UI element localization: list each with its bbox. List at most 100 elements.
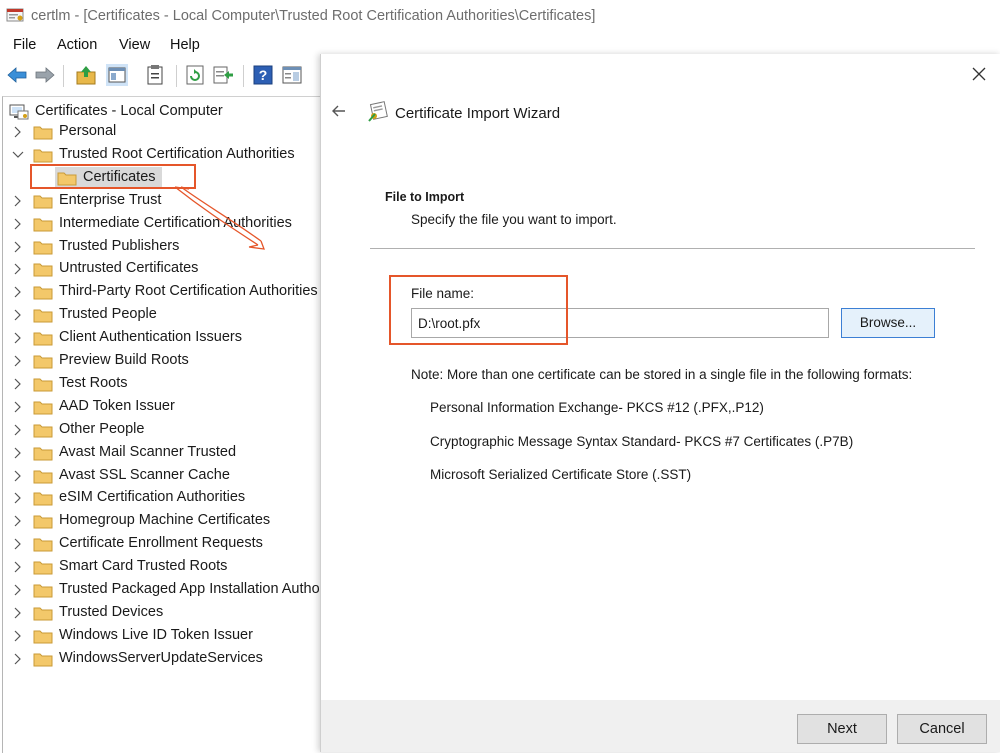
certificate-import-wizard: Certificate Import Wizard File to Import… (320, 54, 1000, 752)
annotation-highlight-certificates (30, 164, 196, 189)
toolbar: ? (0, 60, 330, 92)
window-title: certlm - [Certificates - Local Computer\… (31, 8, 596, 24)
forward-icon[interactable] (34, 64, 56, 86)
tree-node[interactable]: Other People (3, 420, 321, 442)
tree-node[interactable]: Trusted People (3, 305, 321, 327)
tree-node[interactable]: Avast Mail Scanner Trusted (3, 443, 321, 465)
cancel-button[interactable]: Cancel (897, 714, 987, 744)
certlm-app-icon (6, 7, 24, 23)
chevron-right-icon[interactable] (12, 491, 24, 505)
tree-node-label: Other People (59, 420, 145, 437)
format-item: Cryptographic Message Syntax Standard- P… (430, 434, 854, 449)
wizard-title: Certificate Import Wizard (395, 105, 561, 122)
properties-icon[interactable] (144, 64, 166, 86)
folder-icon (33, 468, 53, 484)
folder-icon (33, 422, 53, 438)
folder-icon (33, 399, 53, 415)
folder-icon (33, 445, 53, 461)
menu-action[interactable]: Action (57, 37, 97, 53)
menu-view[interactable]: View (119, 37, 150, 53)
tree-node[interactable]: Client Authentication Issuers (3, 328, 321, 350)
section-heading: File to Import (385, 190, 465, 204)
tree-node[interactable]: Trusted Devices (3, 603, 321, 625)
help-icon[interactable]: ? (252, 64, 274, 86)
tree-node-label: Smart Card Trusted Roots (59, 558, 228, 575)
tree-node[interactable]: Preview Build Roots (3, 351, 321, 373)
folder-icon (33, 513, 53, 529)
chevron-right-icon[interactable] (12, 652, 24, 666)
action-pane-icon[interactable] (281, 64, 303, 86)
format-item: Microsoft Serialized Certificate Store (… (430, 467, 692, 482)
tree-node-label: WindowsServerUpdateServices (59, 649, 263, 666)
browse-button[interactable]: Browse... (841, 308, 935, 338)
chevron-right-icon[interactable] (12, 423, 24, 437)
formats-note: Note: More than one certificate can be s… (411, 367, 913, 382)
tree-node-label: Trusted Devices (59, 603, 164, 620)
chevron-right-icon[interactable] (12, 331, 24, 345)
format-item: Personal Information Exchange- PKCS #12 … (430, 400, 764, 415)
next-button[interactable]: Next (797, 714, 887, 744)
folder-icon (33, 376, 53, 392)
tree-node-label: Client Authentication Issuers (59, 329, 242, 346)
tree-node[interactable]: WindowsServerUpdateServices (3, 649, 321, 671)
title-bar: certlm - [Certificates - Local Computer\… (0, 0, 1000, 33)
tree-node-label: Homegroup Machine Certificates (59, 512, 271, 529)
menu-help[interactable]: Help (170, 37, 200, 53)
wizard-footer: Next Cancel (321, 700, 1000, 752)
up-folder-icon[interactable] (75, 64, 97, 86)
tree-node[interactable]: Smart Card Trusted Roots (3, 557, 321, 579)
chevron-right-icon[interactable] (12, 583, 24, 597)
divider (370, 248, 975, 249)
tree-node-label: AAD Token Issuer (59, 397, 175, 414)
tree-node[interactable]: Homegroup Machine Certificates (3, 511, 321, 533)
svg-text:?: ? (259, 67, 268, 83)
tree-node-label: Avast SSL Scanner Cache (59, 466, 230, 483)
tree-node-label: Certificate Enrollment Requests (59, 535, 263, 552)
chevron-right-icon[interactable] (12, 514, 24, 528)
folder-icon (33, 628, 53, 644)
folder-icon (33, 559, 53, 575)
console-tree: Certificates - Local Computer Personal Tr… (2, 96, 321, 753)
tree-node-label: eSIM Certification Authorities (59, 489, 246, 506)
close-icon[interactable] (971, 66, 987, 82)
tree-node[interactable]: Trusted Packaged App Installation Author… (3, 580, 321, 602)
chevron-right-icon[interactable] (12, 354, 24, 368)
folder-icon (33, 353, 53, 369)
chevron-right-icon[interactable] (12, 560, 24, 574)
folder-icon (33, 651, 53, 667)
folder-icon (33, 536, 53, 552)
back-arrow-icon[interactable] (331, 104, 347, 118)
section-subtitle: Specify the file you want to import. (411, 212, 617, 227)
export-list-icon[interactable] (212, 64, 234, 86)
chevron-right-icon[interactable] (12, 629, 24, 643)
chevron-right-icon[interactable] (12, 308, 24, 322)
refresh-icon[interactable] (184, 64, 206, 86)
folder-icon (33, 307, 53, 323)
show-hide-console-tree-icon[interactable] (106, 64, 128, 86)
chevron-right-icon[interactable] (12, 537, 24, 551)
chevron-right-icon[interactable] (12, 377, 24, 391)
chevron-right-icon[interactable] (12, 400, 24, 414)
tree-node-label: Windows Live ID Token Issuer (59, 626, 253, 643)
annotation-highlight-file-name (389, 275, 568, 345)
annotation-arrow-icon (174, 186, 265, 250)
tree-node[interactable]: Certificate Enrollment Requests (3, 534, 321, 556)
tree-node-label: Preview Build Roots (59, 352, 189, 368)
tree-node-label: Test Roots (59, 374, 128, 391)
back-icon[interactable] (6, 64, 28, 86)
tree-node-label: Trusted Packaged App Installation Author… (59, 581, 321, 597)
tree-node[interactable]: AAD Token Issuer (3, 397, 321, 419)
tree-node[interactable]: Test Roots (3, 374, 321, 396)
chevron-right-icon[interactable] (12, 606, 24, 620)
tree-node[interactable]: Windows Live ID Token Issuer (3, 626, 321, 648)
folder-icon (33, 605, 53, 621)
folder-icon (33, 490, 53, 506)
folder-icon (33, 582, 53, 598)
folder-icon (33, 330, 53, 346)
chevron-right-icon[interactable] (12, 446, 24, 460)
tree-node[interactable]: eSIM Certification Authorities (3, 488, 321, 510)
tree-node[interactable]: Avast SSL Scanner Cache (3, 466, 321, 488)
tree-node-label: Trusted People (59, 306, 157, 323)
chevron-right-icon[interactable] (12, 469, 24, 483)
menu-file[interactable]: File (13, 37, 36, 53)
